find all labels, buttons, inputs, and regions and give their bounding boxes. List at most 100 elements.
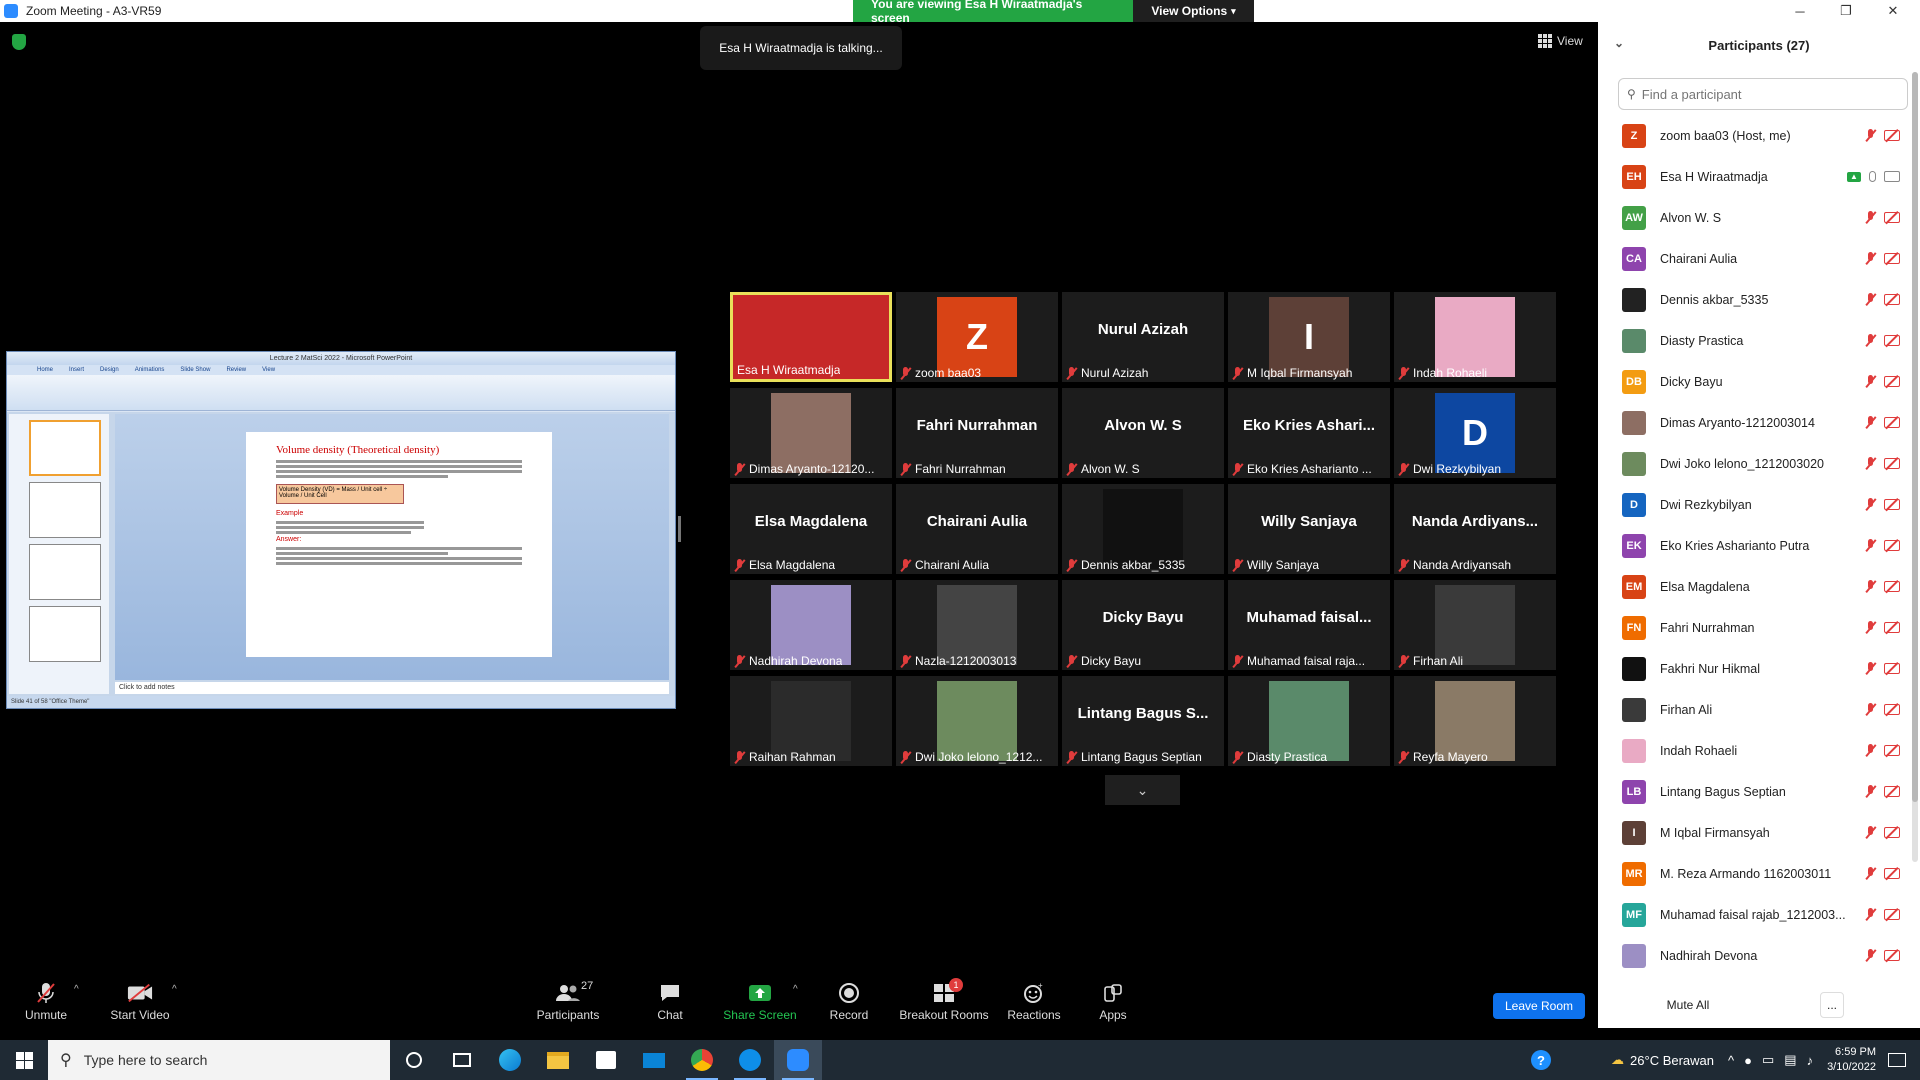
view-button[interactable]: View (1538, 34, 1583, 48)
help-icon[interactable]: ? (1531, 1050, 1552, 1070)
video-tile[interactable]: Nanda Ardiyans... Nanda Ardiyansah (1394, 484, 1556, 574)
participant-row[interactable]: EH Esa H Wiraatmadja ▲ (1598, 156, 1908, 197)
video-tile[interactable]: Nadhirah Devona (730, 580, 892, 670)
video-tile[interactable]: D Dwi Rezkybilyan (1394, 388, 1556, 478)
close-button[interactable]: ✕ (1870, 0, 1916, 22)
video-tile[interactable]: Fahri Nurrahman Fahri Nurrahman (896, 388, 1058, 478)
video-tile[interactable]: Willy Sanjaya Willy Sanjaya (1228, 484, 1390, 574)
split-view-handle[interactable] (678, 516, 681, 542)
participant-search[interactable]: ⚲ (1618, 78, 1908, 110)
participant-row[interactable]: Dimas Aryanto-1212003014 (1598, 402, 1908, 443)
participant-row[interactable]: Fakhri Nur Hikmal (1598, 648, 1908, 689)
participant-search-input[interactable] (1641, 86, 1882, 102)
zoom-taskbar-icon[interactable] (774, 1040, 822, 1080)
video-tile[interactable]: Nurul Azizah Nurul Azizah (1062, 292, 1224, 382)
participant-display-name: Elsa Magdalena (754, 512, 868, 530)
breakout-rooms-button[interactable]: 1 Breakout Rooms (896, 976, 992, 1028)
video-tile[interactable]: Nazla-1212003013 (896, 580, 1058, 670)
participant-row[interactable]: Indah Rohaeli (1598, 730, 1908, 771)
participant-row[interactable]: MF Muhamad faisal rajab_1212003... (1598, 894, 1908, 935)
video-tile[interactable]: Eko Kries Ashari... Eko Kries Asharianto … (1228, 388, 1390, 478)
leave-room-button[interactable]: Leave Room (1493, 993, 1585, 1019)
video-tile[interactable]: Zzoom baa03 (896, 292, 1058, 382)
video-tile[interactable]: Esa H Wiraatmadja (730, 292, 892, 382)
participant-row[interactable]: Diasty Prastica (1598, 320, 1908, 361)
video-options-caret[interactable]: ^ (172, 984, 177, 995)
participant-row[interactable]: D Dwi Rezkybilyan (1598, 484, 1908, 525)
shared-screen[interactable]: Lecture 2 MatSci 2022 - Microsoft PowerP… (6, 351, 676, 709)
microphone-tray-icon[interactable]: ● (1744, 1053, 1752, 1068)
notifications-icon[interactable] (1888, 1053, 1906, 1067)
chat-button[interactable]: Chat (650, 976, 690, 1028)
video-tile[interactable]: IM Iqbal Firmansyah (1228, 292, 1390, 382)
view-options-button[interactable]: View Options ▾ (1133, 0, 1254, 22)
gallery-scroll-down-button[interactable]: ⌄ (1105, 775, 1180, 805)
mute-all-button[interactable]: Mute All (1654, 992, 1722, 1018)
apps-button[interactable]: Apps (1095, 976, 1131, 1028)
video-tile[interactable]: Chairani Aulia Chairani Aulia (896, 484, 1058, 574)
participant-row[interactable]: AW Alvon W. S (1598, 197, 1908, 238)
breakout-rooms-badge: 1 (949, 978, 963, 992)
video-tile[interactable]: Indah Rohaeli (1394, 292, 1556, 382)
participant-row[interactable]: LB Lintang Bagus Septian (1598, 771, 1908, 812)
video-tile[interactable]: Dwi Joko lelono_1212... (896, 676, 1058, 766)
participant-row[interactable]: Firhan Ali (1598, 689, 1908, 730)
edge-icon[interactable] (486, 1040, 534, 1080)
system-clock[interactable]: 6:59 PM 3/10/2022 (1827, 1045, 1876, 1075)
video-tile[interactable]: Firhan Ali (1394, 580, 1556, 670)
participant-list-scrollbar[interactable] (1912, 72, 1918, 862)
video-tile[interactable]: Dicky Bayu Dicky Bayu (1062, 580, 1224, 670)
restore-button[interactable]: ❐ (1823, 0, 1869, 22)
participants-button[interactable]: 27 Participants (532, 976, 604, 1028)
video-tile-namebar: Fahri Nurrahman (900, 462, 1054, 476)
participant-row[interactable]: Nadhirah Devona (1598, 935, 1908, 976)
encryption-shield-icon[interactable] (12, 34, 26, 50)
meet-now-icon[interactable]: ▭ (1762, 1052, 1774, 1068)
minimize-button[interactable]: ─ (1777, 0, 1823, 22)
participant-row[interactable]: FN Fahri Nurrahman (1598, 607, 1908, 648)
video-tile-name: Chairani Aulia (915, 558, 990, 572)
participant-row[interactable]: CA Chairani Aulia (1598, 238, 1908, 279)
participant-row[interactable]: Dwi Joko lelono_1212003020 (1598, 443, 1908, 484)
weather-text[interactable]: 26°C Berawan (1630, 1053, 1714, 1068)
network-icon[interactable]: ▤ (1784, 1052, 1796, 1068)
microphone-muted-icon (900, 366, 911, 380)
taskbar-search-box[interactable]: ⚲ Type here to search (48, 1040, 390, 1080)
mail-icon[interactable] (630, 1040, 678, 1080)
start-video-button[interactable]: Start Video (104, 976, 176, 1028)
participant-row[interactable]: EK Eko Kries Asharianto Putra (1598, 525, 1908, 566)
video-tile-namebar: Dimas Aryanto-12120... (734, 462, 888, 476)
task-view-icon[interactable] (438, 1040, 486, 1080)
video-tile[interactable]: Raihan Rahman (730, 676, 892, 766)
participant-row[interactable]: EM Elsa Magdalena (1598, 566, 1908, 607)
participant-row[interactable]: MR M. Reza Armando 1162003011 (1598, 853, 1908, 894)
show-hidden-icons[interactable]: ^ (1728, 1053, 1734, 1068)
video-tile[interactable]: Diasty Prastica (1228, 676, 1390, 766)
video-tile[interactable]: Dennis akbar_5335 (1062, 484, 1224, 574)
participant-row[interactable]: I M Iqbal Firmansyah (1598, 812, 1908, 853)
video-tile[interactable]: Alvon W. S Alvon W. S (1062, 388, 1224, 478)
video-tile[interactable]: Reyfa Mayero (1394, 676, 1556, 766)
share-options-caret[interactable]: ^ (793, 984, 798, 995)
participant-row[interactable]: Dennis akbar_5335 (1598, 279, 1908, 320)
share-screen-button[interactable]: Share Screen (722, 976, 798, 1028)
reactions-button[interactable]: + Reactions (1003, 976, 1065, 1028)
more-options-button[interactable]: ... (1820, 992, 1844, 1018)
unmute-button[interactable]: Unmute (20, 976, 72, 1028)
video-tile[interactable]: Elsa Magdalena Elsa Magdalena (730, 484, 892, 574)
file-explorer-icon[interactable] (534, 1040, 582, 1080)
volume-icon[interactable]: ♪ (1807, 1053, 1814, 1068)
video-tile[interactable]: Lintang Bagus S... Lintang Bagus Septian (1062, 676, 1224, 766)
audio-options-caret[interactable]: ^ (74, 984, 79, 995)
collapse-panel-icon[interactable]: ⌄ (1614, 36, 1624, 50)
start-button[interactable] (0, 1040, 48, 1080)
chrome-icon[interactable] (678, 1040, 726, 1080)
video-tile[interactable]: Muhamad faisal... Muhamad faisal raja... (1228, 580, 1390, 670)
participant-row[interactable]: Zzoom baa03 (Host, me) (1598, 115, 1908, 156)
participant-row[interactable]: DB Dicky Bayu (1598, 361, 1908, 402)
cortana-icon[interactable] (390, 1040, 438, 1080)
record-button[interactable]: Record (826, 976, 872, 1028)
teamviewer-icon[interactable] (726, 1040, 774, 1080)
video-tile[interactable]: Dimas Aryanto-12120... (730, 388, 892, 478)
store-icon[interactable] (582, 1040, 630, 1080)
